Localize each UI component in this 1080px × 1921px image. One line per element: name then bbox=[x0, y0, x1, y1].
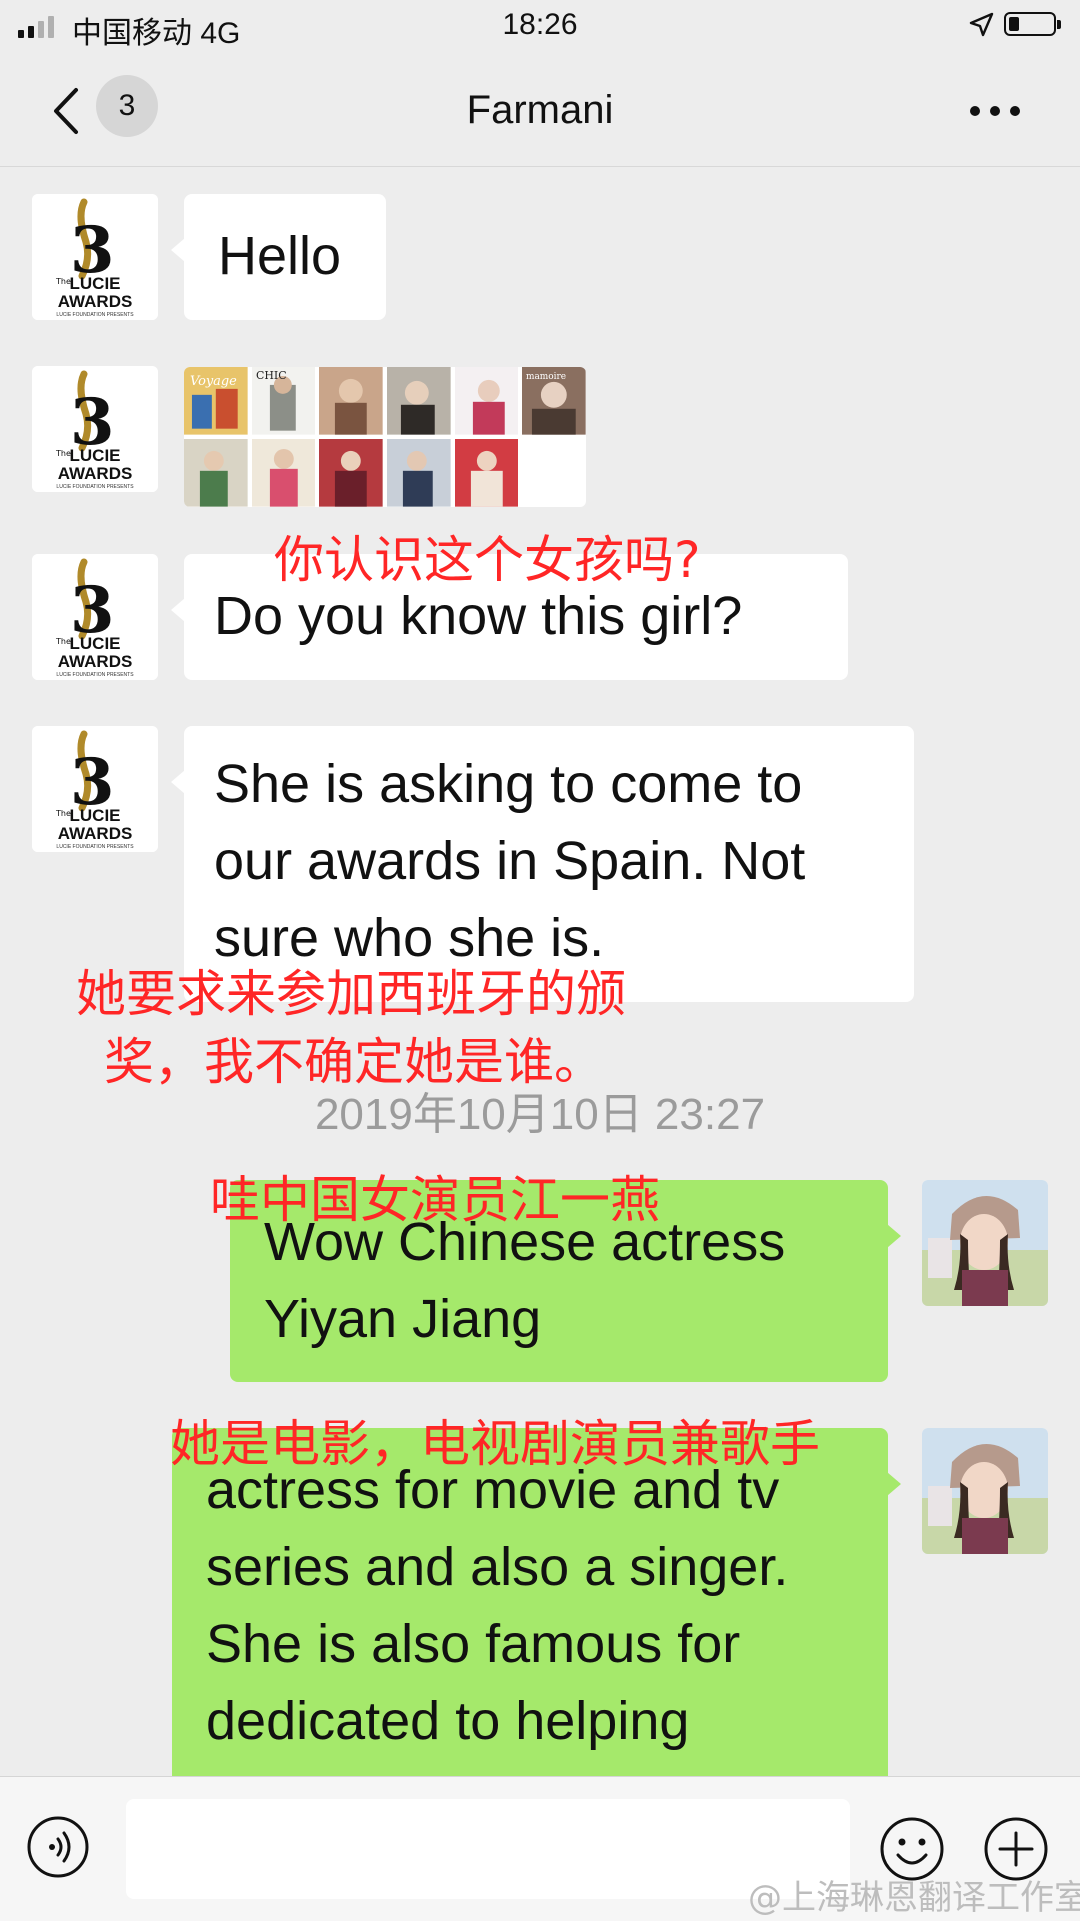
battery-icon bbox=[1004, 12, 1061, 36]
status-bar: 中国移动 4G 18:26 bbox=[0, 0, 1080, 50]
status-time: 18:26 bbox=[502, 8, 578, 41]
svg-text:CHIC: CHIC bbox=[256, 369, 287, 382]
message-line: dedicated to helping bbox=[206, 1691, 690, 1751]
watermark: @上海琳恩翻译工作室 bbox=[748, 1878, 1080, 1918]
annotation-translation: 奖，我不确定她是谁。 bbox=[104, 1033, 604, 1091]
logo-tagline: LUCIE FOUNDATION PRESENTS bbox=[56, 672, 134, 678]
message-line: She is also famous for bbox=[206, 1614, 741, 1674]
svg-text:mamoire: mamoire bbox=[526, 372, 566, 382]
image-message-grid[interactable]: Voyage CHIC mamoire bbox=[184, 367, 586, 507]
magazine-cover-thumbnail[interactable] bbox=[454, 367, 519, 435]
logo-line1: LUCIE bbox=[70, 806, 121, 825]
magazine-cover-thumbnail[interactable]: mamoire bbox=[522, 367, 586, 435]
svg-text:Voyage: Voyage bbox=[190, 374, 237, 389]
logo-line2: AWARDS bbox=[58, 824, 133, 843]
magazine-cover-thumbnail[interactable] bbox=[454, 439, 519, 507]
logo-line1: LUCIE bbox=[70, 274, 121, 293]
contact-avatar[interactable]: 3 The LUCIE AWARDS LUCIE FOUNDATION PRES… bbox=[32, 194, 158, 320]
message-line: She is asking to come to bbox=[214, 754, 803, 814]
annotation-translation: 哇中国女演员江一燕 bbox=[210, 1171, 660, 1229]
logo-tagline: LUCIE FOUNDATION PRESENTS bbox=[56, 312, 134, 318]
magazine-cover-thumbnail[interactable] bbox=[319, 367, 383, 435]
logo-tagline: LUCIE FOUNDATION PRESENTS bbox=[56, 844, 134, 850]
annotation-translation: 她要求来参加西班牙的颁 bbox=[76, 965, 626, 1023]
magazine-cover-thumbnail[interactable] bbox=[319, 439, 383, 507]
annotation-translation: 她是电影，电视剧演员兼歌手 bbox=[170, 1415, 820, 1473]
logo-line1: LUCIE bbox=[70, 446, 121, 465]
annotation-translation: 你认识这个女孩吗? bbox=[274, 531, 701, 589]
chat-title: Farmani bbox=[466, 88, 614, 132]
message-line: Yiyan Jiang bbox=[264, 1289, 542, 1349]
logo-line1: LUCIE bbox=[70, 634, 121, 653]
contact-avatar[interactable]: 3 The LUCIE AWARDS LUCIE FOUNDATION PRES… bbox=[32, 554, 158, 680]
voice-icon[interactable] bbox=[26, 1815, 90, 1879]
ellipsis-icon[interactable] bbox=[970, 106, 1022, 118]
message-bubble-outgoing[interactable]: actress for movie and tv series and also… bbox=[172, 1428, 901, 1776]
location-arrow-icon bbox=[969, 12, 994, 37]
my-avatar[interactable] bbox=[922, 1180, 1048, 1306]
message-input[interactable] bbox=[126, 1799, 850, 1899]
logo-line2: AWARDS bbox=[58, 464, 133, 483]
logo-tagline: LUCIE FOUNDATION PRESENTS bbox=[56, 484, 134, 490]
logo-line2: AWARDS bbox=[58, 292, 133, 311]
magazine-cover-thumbnail[interactable] bbox=[251, 439, 316, 507]
chat-header: 3 Farmani bbox=[0, 50, 1080, 167]
magazine-cover-thumbnail[interactable] bbox=[387, 439, 451, 507]
message-text: Hello bbox=[218, 226, 342, 286]
message-line: series and also a singer. bbox=[206, 1537, 789, 1597]
magazine-cover-thumbnail[interactable]: CHIC bbox=[251, 367, 316, 435]
magazine-cover-thumbnail[interactable] bbox=[184, 439, 248, 507]
contact-avatar[interactable]: 3 The LUCIE AWARDS LUCIE FOUNDATION PRES… bbox=[32, 726, 158, 852]
magazine-cover-thumbnail[interactable]: Voyage bbox=[184, 367, 248, 435]
message-bubble-incoming[interactable]: Hello bbox=[171, 194, 386, 320]
my-avatar[interactable] bbox=[922, 1428, 1048, 1554]
logo-line2: AWARDS bbox=[58, 652, 133, 671]
message-line: our awards in Spain. Not bbox=[214, 831, 806, 891]
magazine-cover-thumbnail[interactable] bbox=[387, 367, 451, 435]
message-text: Do you know this girl? bbox=[214, 586, 743, 646]
contact-avatar[interactable]: 3 The LUCIE AWARDS LUCIE FOUNDATION PRES… bbox=[32, 366, 158, 492]
